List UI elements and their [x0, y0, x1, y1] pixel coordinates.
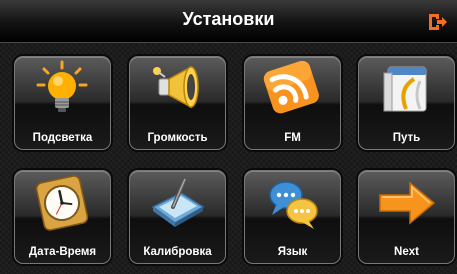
arrow-right-icon	[374, 173, 438, 233]
path-button[interactable]: Путь	[358, 56, 455, 150]
rss-broadcast-icon	[260, 59, 324, 119]
volume-button[interactable]: Громкость	[129, 56, 226, 150]
exit-button[interactable]	[426, 11, 448, 33]
title-bar: Установки	[0, 0, 457, 43]
fm-label: FM	[284, 132, 301, 144]
lightbulb-icon	[30, 59, 94, 119]
next-button[interactable]: Next	[358, 170, 455, 264]
exit-door-icon	[429, 14, 447, 30]
language-label: Язык	[277, 246, 308, 258]
language-button[interactable]: Язык	[244, 170, 341, 264]
next-label: Next	[394, 246, 419, 258]
stylus-tablet-icon	[145, 173, 209, 233]
path-label: Путь	[392, 132, 421, 144]
calibration-button[interactable]: Калибровка	[129, 170, 226, 264]
volume-label: Громкость	[147, 132, 208, 144]
megaphone-icon	[145, 59, 209, 119]
folder-path-icon	[374, 59, 438, 119]
backlight-label: Подсветка	[32, 132, 93, 144]
clock-icon	[30, 173, 94, 233]
datetime-button[interactable]: Дата-Время	[14, 170, 111, 264]
chat-bubbles-icon	[260, 173, 324, 233]
backlight-button[interactable]: Подсветка	[14, 56, 111, 150]
calibration-label: Калибровка	[143, 246, 212, 258]
page-title: Установки	[182, 9, 275, 29]
fm-button[interactable]: FM	[244, 56, 341, 150]
datetime-label: Дата-Время	[28, 246, 97, 258]
